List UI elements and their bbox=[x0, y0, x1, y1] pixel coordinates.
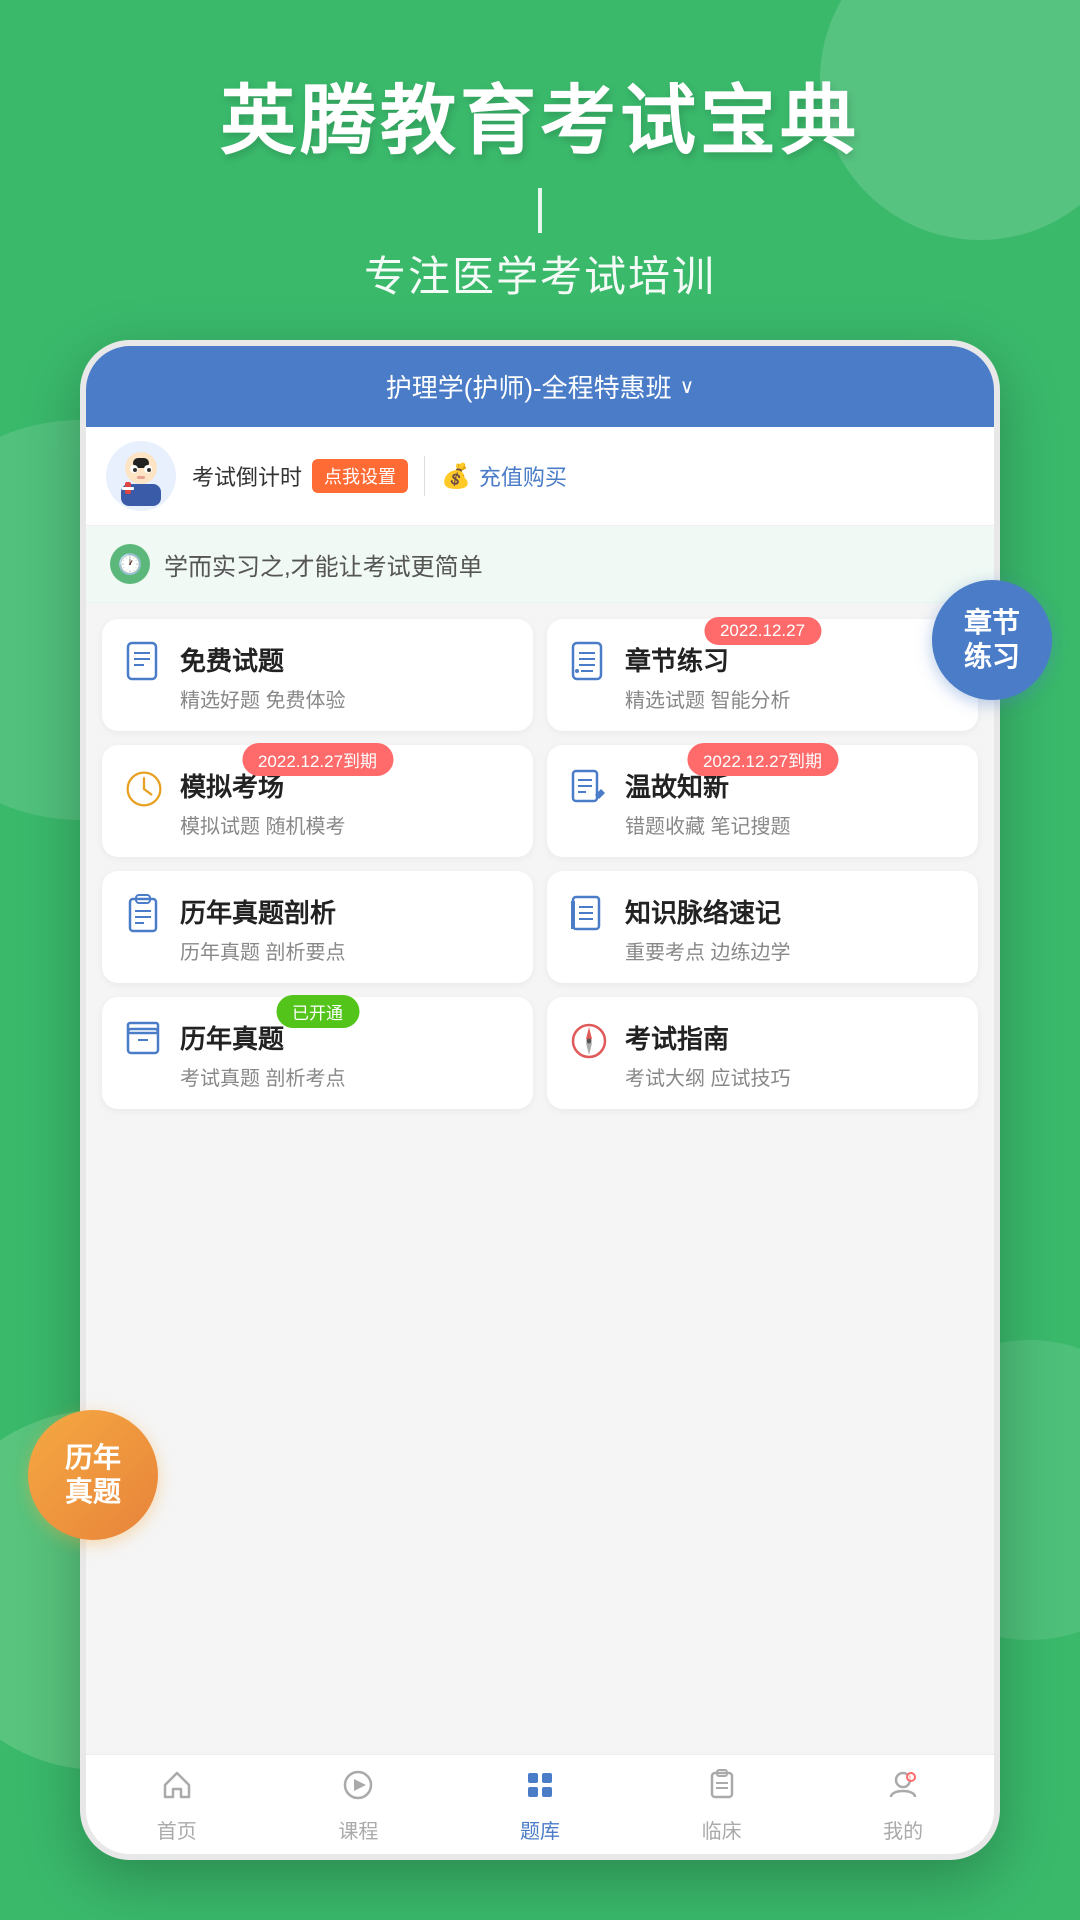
recharge-icon: 💰 bbox=[441, 462, 471, 491]
compass-icon bbox=[567, 1019, 611, 1063]
countdown-set-button[interactable]: 点我设置 bbox=[312, 459, 408, 493]
user-bar-right: 考试倒计时 点我设置 💰 充值购买 bbox=[192, 456, 974, 496]
feature-card-chapter[interactable]: 2022.12.27 bbox=[547, 619, 978, 731]
floating-chapter-badge: 章节练习 bbox=[932, 580, 1052, 700]
app-subtitle: 专注医学考试培训 bbox=[0, 243, 1080, 304]
mock-badge: 2022.12.27到期 bbox=[242, 743, 393, 776]
clock-icon bbox=[122, 767, 166, 811]
device-screen: 护理学(护师)-全程特惠班 ∨ bbox=[86, 346, 994, 1854]
feature-title-chapter: 章节练习 bbox=[625, 641, 791, 678]
app-top-bar[interactable]: 护理学(护师)-全程特惠班 ∨ bbox=[86, 346, 994, 427]
feature-content: 历年真题剖析 历年真题 剖析要点 bbox=[180, 893, 346, 965]
feature-desc-exam-guide: 考试大纲 应试技巧 bbox=[625, 1062, 791, 1091]
app-header-section: 英腾教育考试宝典 | 专注医学考试培训 bbox=[0, 0, 1080, 304]
app-title: 英腾教育考试宝典 bbox=[0, 80, 1080, 164]
floating-history-badge: 历年真题 bbox=[28, 1410, 158, 1540]
nav-label-mine: 我的 bbox=[883, 1815, 923, 1844]
course-title: 护理学(护师)-全程特惠班 bbox=[386, 368, 672, 405]
feature-row: 历年真题剖析 历年真题 剖析要点 bbox=[122, 893, 513, 965]
feature-content: 历年真题 考试真题 剖析考点 bbox=[180, 1019, 346, 1091]
user-icon: ! bbox=[887, 1769, 919, 1809]
feature-row: 考试指南 考试大纲 应试技巧 bbox=[567, 1019, 958, 1091]
nav-label-clinical: 临床 bbox=[702, 1815, 742, 1844]
feature-desc-past-exam: 考试真题 剖析考点 bbox=[180, 1062, 346, 1091]
feature-card-mock[interactable]: 2022.12.27到期 模拟考场 模拟试题 随机模考 bbox=[102, 745, 533, 857]
feature-desc-chapter: 精选试题 智能分析 bbox=[625, 684, 791, 713]
feature-row: 章节练习 精选试题 智能分析 bbox=[567, 641, 958, 713]
feature-card-exam-guide[interactable]: 考试指南 考试大纲 应试技巧 bbox=[547, 997, 978, 1109]
feature-row: 免费试题 精选好题 免费体验 bbox=[122, 641, 513, 713]
feature-title-free: 免费试题 bbox=[180, 641, 346, 678]
feature-desc-past-analysis: 历年真题 剖析要点 bbox=[180, 936, 346, 965]
feature-row: 模拟考场 模拟试题 随机模考 bbox=[122, 767, 513, 839]
archive-icon bbox=[122, 1019, 166, 1063]
grid-icon bbox=[524, 1769, 556, 1809]
feature-title-exam-guide: 考试指南 bbox=[625, 1019, 791, 1056]
feature-content: 知识脉络速记 重要考点 边练边学 bbox=[625, 893, 791, 965]
recharge-label: 充值购买 bbox=[479, 460, 567, 492]
device-mockup: 护理学(护师)-全程特惠班 ∨ bbox=[80, 340, 1000, 1860]
bottom-navigation: 首页 课程 bbox=[86, 1754, 994, 1854]
feature-title-knowledge: 知识脉络速记 bbox=[625, 893, 791, 930]
doc-icon bbox=[122, 641, 166, 685]
edit-icon bbox=[567, 767, 611, 811]
feature-desc-knowledge: 重要考点 边练边学 bbox=[625, 936, 791, 965]
nav-item-course[interactable]: 课程 bbox=[268, 1769, 450, 1844]
header-divider: | bbox=[0, 180, 1080, 235]
countdown-label: 考试倒计时 bbox=[192, 460, 302, 492]
feature-row: 历年真题 考试真题 剖析考点 bbox=[122, 1019, 513, 1091]
feature-card-past-exam[interactable]: 已开通 历年真题 考试真题 剖析考点 bbox=[102, 997, 533, 1109]
motto-text: 学而实习之,才能让考试更简单 bbox=[164, 547, 483, 582]
feature-desc-free: 精选好题 免费体验 bbox=[180, 684, 346, 713]
nav-item-quiz[interactable]: 题库 bbox=[449, 1769, 631, 1844]
nav-label-home: 首页 bbox=[157, 1815, 197, 1844]
past-exam-badge: 已开通 bbox=[276, 995, 359, 1028]
feature-desc-review: 错题收藏 笔记搜题 bbox=[625, 810, 791, 839]
chevron-down-icon: ∨ bbox=[680, 374, 695, 399]
feature-card-review[interactable]: 2022.12.27到期 温故知新 bbox=[547, 745, 978, 857]
countdown-section: 考试倒计时 点我设置 bbox=[192, 459, 408, 493]
nav-item-home[interactable]: 首页 bbox=[86, 1769, 268, 1844]
chapter-badge: 2022.12.27 bbox=[704, 617, 821, 645]
nav-label-course: 课程 bbox=[338, 1815, 378, 1844]
feature-content: 模拟考场 模拟试题 随机模考 bbox=[180, 767, 346, 839]
feature-card-free-questions[interactable]: 免费试题 精选好题 免费体验 bbox=[102, 619, 533, 731]
feature-desc-mock: 模拟试题 随机模考 bbox=[180, 810, 346, 839]
user-info-bar: 考试倒计时 点我设置 💰 充值购买 bbox=[86, 427, 994, 526]
nav-label-quiz: 题库 bbox=[520, 1815, 560, 1844]
feature-row: 温故知新 错题收藏 笔记搜题 bbox=[567, 767, 958, 839]
feature-card-knowledge[interactable]: 知识脉络速记 重要考点 边练边学 bbox=[547, 871, 978, 983]
clock-icon: 🕐 bbox=[110, 544, 150, 584]
vertical-divider bbox=[424, 456, 425, 496]
review-badge: 2022.12.27到期 bbox=[687, 743, 838, 776]
nav-item-mine[interactable]: ! 我的 bbox=[812, 1769, 994, 1844]
recharge-section[interactable]: 💰 充值购买 bbox=[441, 460, 567, 492]
feature-content: 温故知新 错题收藏 笔记搜题 bbox=[625, 767, 791, 839]
feature-title-past-analysis: 历年真题剖析 bbox=[180, 893, 346, 930]
feature-content: 考试指南 考试大纲 应试技巧 bbox=[625, 1019, 791, 1091]
play-icon bbox=[342, 1769, 374, 1809]
feature-content: 免费试题 精选好题 免费体验 bbox=[180, 641, 346, 713]
feature-card-past-analysis[interactable]: 历年真题剖析 历年真题 剖析要点 bbox=[102, 871, 533, 983]
device-frame: 护理学(护师)-全程特惠班 ∨ bbox=[80, 340, 1000, 1860]
list-icon bbox=[567, 641, 611, 685]
nav-item-clinical[interactable]: 临床 bbox=[631, 1769, 813, 1844]
feature-content: 章节练习 精选试题 智能分析 bbox=[625, 641, 791, 713]
avatar bbox=[106, 441, 176, 511]
clipboard-icon bbox=[122, 893, 166, 937]
avatar-image bbox=[111, 446, 171, 506]
clipboard-list-icon bbox=[706, 1769, 738, 1809]
motto-bar: 🕐 学而实习之,才能让考试更简单 bbox=[86, 526, 994, 603]
feature-grid: 免费试题 精选好题 免费体验 2022.12.27 bbox=[86, 603, 994, 1125]
feature-row: 知识脉络速记 重要考点 边练边学 bbox=[567, 893, 958, 965]
home-icon bbox=[161, 1769, 193, 1809]
svg-text:!: ! bbox=[909, 1776, 911, 1782]
book-icon bbox=[567, 893, 611, 937]
